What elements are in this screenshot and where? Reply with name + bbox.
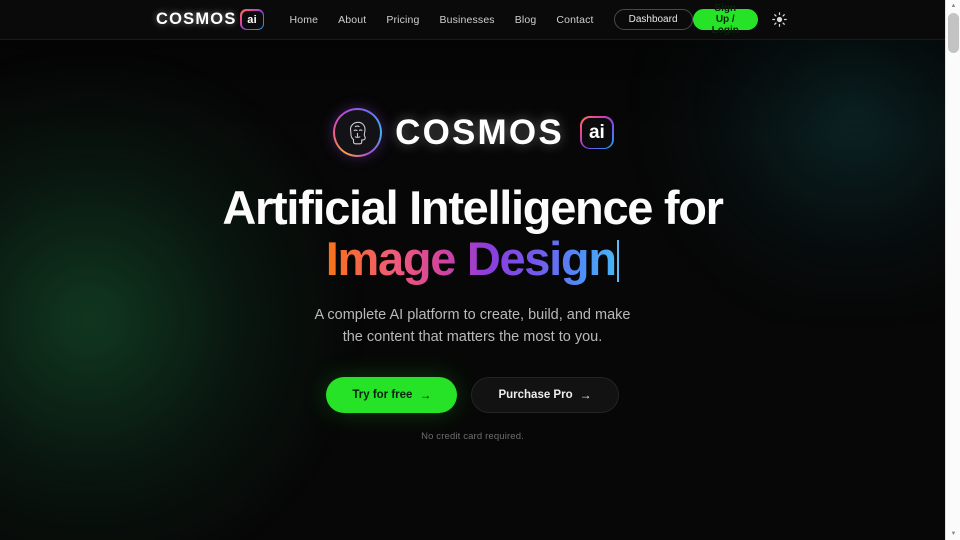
- navbar-right-group: Sign Up / Login: [692, 3, 787, 36]
- scrollbar-thumb[interactable]: [948, 13, 959, 53]
- purchase-pro-label: Purchase Pro: [498, 388, 573, 401]
- nav-link-home[interactable]: Home: [290, 14, 319, 26]
- nav-link-contact[interactable]: Contact: [556, 14, 593, 26]
- headline-line-1: Artificial Intelligence for: [222, 181, 724, 234]
- hero-cta-row: Try for free → Purchase Pro →: [326, 376, 619, 413]
- navbar-links: Home About Pricing Businesses Blog Conta…: [290, 14, 594, 26]
- headline-line-2-wrap: Image Design: [222, 231, 722, 286]
- hero-subtitle-line-1: A complete AI platform to create, build,…: [314, 307, 631, 324]
- nav-link-about[interactable]: About: [338, 14, 366, 26]
- navbar: COSMOS ai Home About Pricing Businesses …: [0, 0, 945, 40]
- arrow-right-icon: →: [579, 387, 592, 402]
- ai-head-icon: [333, 108, 383, 157]
- hero-subtitle-line-2: the content that matters the most to you…: [342, 329, 603, 346]
- hero-logo-ai-badge: ai: [580, 115, 614, 150]
- typing-caret: [616, 239, 620, 282]
- navbar-logo-wordmark: COSMOS: [156, 10, 237, 29]
- arrow-right-icon: →: [419, 387, 432, 402]
- hero-subtitle: A complete AI platform to create, build,…: [315, 304, 631, 348]
- purchase-pro-button[interactable]: Purchase Pro →: [471, 376, 619, 413]
- scrollbar-up-arrow-icon[interactable]: ▲: [946, 0, 960, 12]
- hero-logo-wordmark: COSMOS: [395, 113, 564, 152]
- no-credit-card-note: No credit card required.: [421, 430, 524, 442]
- dashboard-button[interactable]: Dashboard: [613, 9, 693, 30]
- ai-head-icon-inner: [335, 110, 380, 155]
- nav-link-pricing[interactable]: Pricing: [386, 14, 419, 26]
- try-for-free-button[interactable]: Try for free →: [326, 376, 458, 413]
- nav-link-businesses[interactable]: Businesses: [440, 14, 495, 26]
- headline-line-2: Image Design: [325, 231, 617, 285]
- navbar-logo-ai-badge: ai: [240, 9, 264, 30]
- try-for-free-label: Try for free: [352, 388, 413, 401]
- hero-section: COSMOS ai Artificial Intelligence for Im…: [0, 40, 945, 442]
- navbar-logo[interactable]: COSMOS ai: [156, 9, 264, 30]
- vertical-scrollbar[interactable]: ▲ ▼: [945, 0, 960, 540]
- page-title: Artificial Intelligence for Image Design: [222, 181, 724, 286]
- hero-logo: COSMOS ai: [333, 108, 614, 157]
- sun-icon[interactable]: [772, 10, 787, 29]
- signup-login-button[interactable]: Sign Up / Login: [692, 3, 758, 36]
- scrollbar-down-arrow-icon[interactable]: ▼: [946, 528, 960, 540]
- page-viewport: COSMOS ai Home About Pricing Businesses …: [0, 0, 945, 540]
- nav-link-blog[interactable]: Blog: [515, 14, 537, 26]
